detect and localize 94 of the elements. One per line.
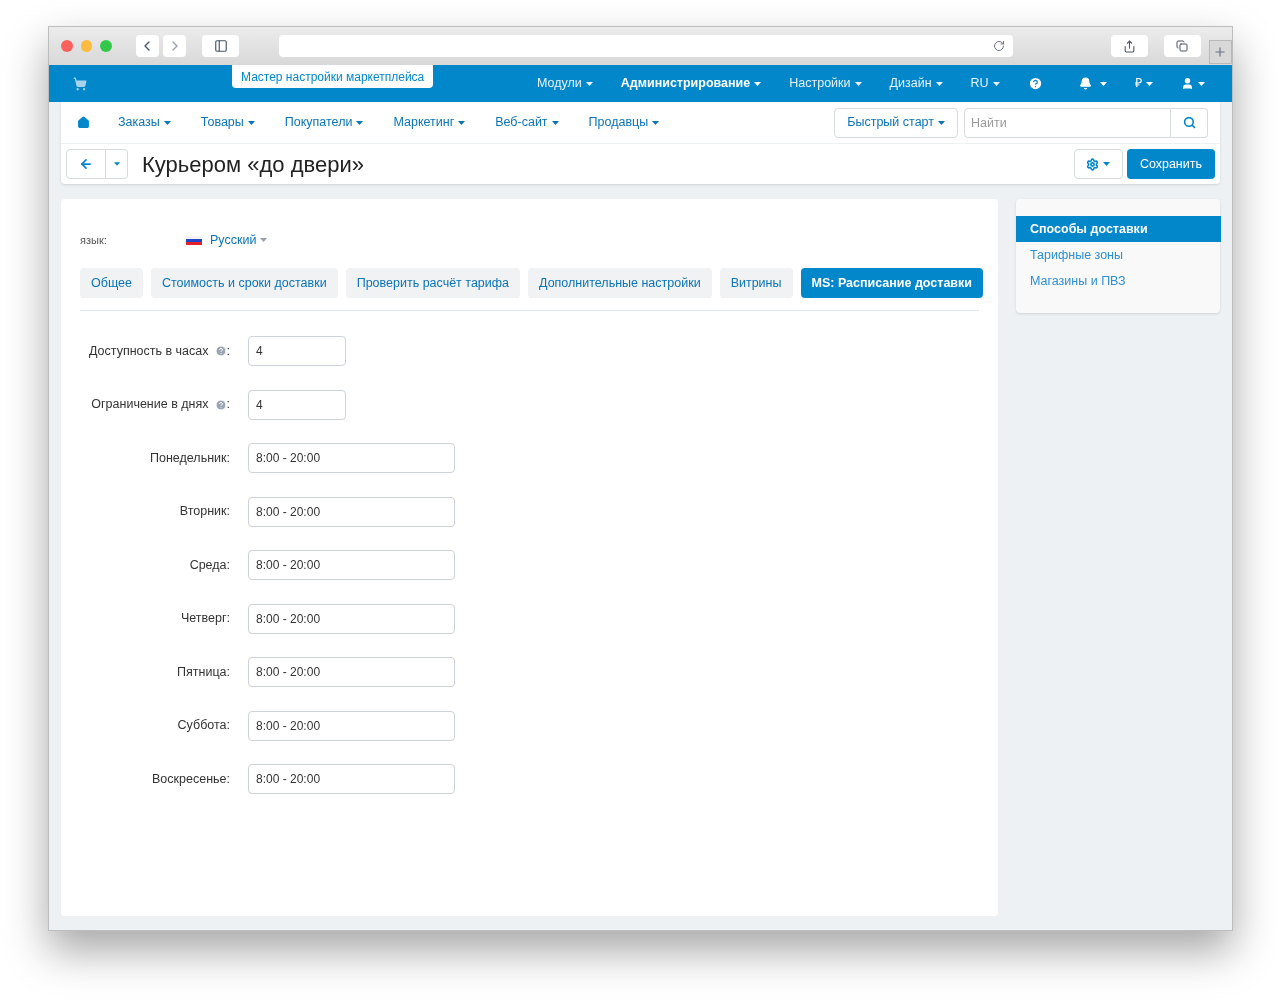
text-field[interactable]: 8:00 - 20:00 (248, 710, 455, 741)
user-icon (1180, 77, 1194, 90)
caret-icon (356, 120, 364, 125)
caret-icon (260, 238, 268, 242)
share-button[interactable] (1111, 35, 1149, 57)
caret-icon (458, 120, 466, 125)
search-icon (1182, 116, 1196, 129)
field-label: Суббота: (177, 717, 230, 735)
caret-icon (1145, 81, 1153, 86)
sidebar-toggle-button[interactable] (202, 35, 239, 57)
search-field[interactable]: Найти (964, 107, 1171, 138)
gear-icon (1086, 157, 1100, 171)
nav-menu-item[interactable]: Заказы (118, 113, 171, 132)
text-field[interactable]: 8:00 - 20:00 (248, 764, 455, 794)
label-colon: : (226, 396, 230, 414)
caret-icon (935, 81, 943, 86)
caret-icon (854, 81, 862, 86)
top-menu-item[interactable]: Дизайн (889, 74, 943, 93)
caret-icon (938, 120, 945, 125)
tab[interactable]: Проверить расчёт тарифа (345, 268, 521, 298)
text-field[interactable]: 8:00 - 20:00 (248, 550, 455, 580)
top-menu-item[interactable]: RU (970, 74, 1000, 93)
settings-button[interactable] (1073, 149, 1123, 179)
text-field[interactable]: 8:00 - 20:00 (248, 443, 455, 473)
tab[interactable]: Витрины (719, 268, 793, 298)
nav-menu-item[interactable]: Маркетинг (393, 113, 466, 132)
sidebar-item[interactable]: Способы доставки (1016, 216, 1221, 242)
sidebar-item[interactable]: Тарифные зоны (1016, 242, 1220, 268)
caret-icon (652, 120, 660, 125)
wizard-tab[interactable]: Мастер настройки маркетплейса (232, 65, 434, 88)
text-field[interactable]: 8:00 - 20:00 (248, 657, 455, 687)
tab[interactable]: MS: Расписание доставки (800, 268, 983, 298)
russian-flag-icon (186, 235, 202, 245)
sidebar-icon (213, 39, 228, 53)
back-dropdown-button[interactable] (106, 149, 128, 179)
tabs-icon (1176, 40, 1189, 52)
field-label: Ограничение в днях (91, 396, 209, 414)
top-menu-item[interactable]: Настройки (789, 74, 862, 93)
plus-icon (1213, 45, 1228, 59)
field-label: Понедельник: (150, 449, 230, 467)
field-label: Четверг: (180, 610, 230, 628)
close-window-icon[interactable] (61, 40, 73, 52)
tab[interactable]: Дополнительные настройки (528, 268, 712, 298)
top-menu-item[interactable]: Администрирование (620, 74, 762, 93)
caret-icon (247, 120, 255, 125)
caret-icon (113, 162, 120, 166)
user-menu[interactable] (1180, 77, 1205, 90)
zoom-window-icon[interactable] (100, 40, 112, 52)
cart-icon[interactable] (73, 76, 87, 91)
caret-icon (1103, 162, 1111, 166)
quick-start-button[interactable]: Быстрый старт (834, 107, 958, 138)
text-field[interactable]: 4 (248, 389, 346, 420)
nav-menu-item[interactable]: Покупатели (284, 113, 364, 132)
help-icon[interactable] (1027, 76, 1043, 91)
caret-icon (992, 81, 1000, 86)
tabs-button[interactable] (1164, 35, 1201, 57)
top-menu-item[interactable]: Модули (537, 74, 593, 93)
bell-icon (1078, 77, 1092, 90)
notifications-button[interactable] (1078, 77, 1107, 90)
field-label: Вторник: (179, 503, 230, 521)
language-label: язык: (80, 232, 108, 248)
tab[interactable]: Стоимость и сроки доставки (150, 268, 338, 298)
search-button[interactable] (1171, 107, 1208, 138)
tab[interactable]: Общее (80, 268, 143, 298)
field-label: Пятница: (177, 663, 230, 681)
caret-icon (1099, 81, 1107, 86)
field-label: Доступность в часах (88, 342, 209, 360)
nav-menu-item[interactable]: Веб-сайт (495, 113, 559, 132)
sidebar-item[interactable]: Магазины и ПВЗ (1016, 268, 1220, 294)
share-icon (1123, 39, 1137, 53)
label-colon: : (226, 342, 230, 360)
home-icon[interactable] (77, 116, 90, 129)
minimize-window-icon[interactable] (80, 40, 93, 52)
caret-icon (163, 120, 171, 125)
page-title: Курьером «до двери» (142, 150, 364, 179)
new-tab-button[interactable] (1208, 40, 1232, 64)
currency-menu[interactable]: ₽ (1134, 74, 1153, 93)
field-label: Среда: (189, 556, 230, 574)
text-field[interactable]: 8:00 - 20:00 (248, 603, 455, 634)
back-button[interactable] (135, 35, 159, 57)
text-field[interactable]: 8:00 - 20:00 (248, 496, 455, 527)
forward-button[interactable] (162, 35, 187, 57)
caret-icon (754, 81, 762, 86)
back-button[interactable] (66, 149, 106, 179)
nav-menu-item[interactable]: Продавцы (588, 113, 660, 132)
text-field[interactable]: 4 (248, 336, 346, 366)
language-dropdown[interactable]: Русский (186, 230, 268, 250)
field-label: Воскресенье: (152, 770, 230, 788)
caret-icon (585, 81, 593, 86)
save-button[interactable]: Сохранить (1126, 149, 1215, 179)
caret-icon (551, 120, 559, 125)
reload-icon[interactable] (993, 40, 1006, 52)
caret-icon (1197, 81, 1205, 86)
nav-menu-item[interactable]: Товары (200, 113, 255, 132)
